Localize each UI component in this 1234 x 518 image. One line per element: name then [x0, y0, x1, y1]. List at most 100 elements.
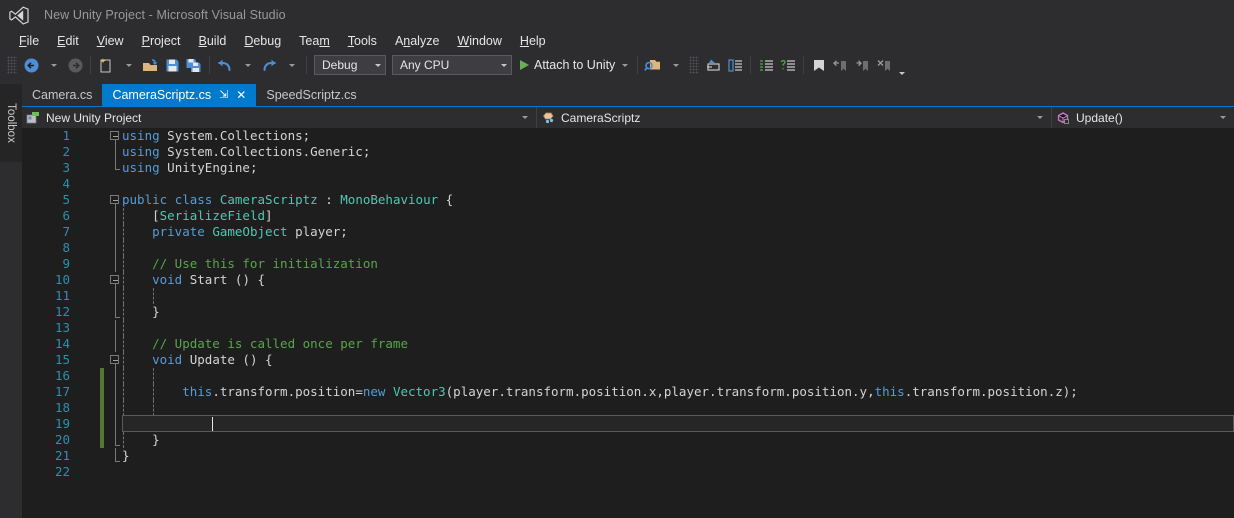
menu-analyze[interactable]: Analyze	[386, 32, 448, 50]
close-icon[interactable]: ✕	[236, 89, 246, 101]
outlining-margin[interactable]	[108, 288, 122, 304]
code-text[interactable]: // Use this for initialization	[122, 256, 378, 272]
outlining-margin[interactable]	[108, 384, 122, 400]
new-item-dropdown[interactable]	[117, 54, 139, 76]
solution-platform-combo[interactable]: Any CPU	[392, 55, 512, 75]
outlining-margin[interactable]	[108, 208, 122, 224]
code-line[interactable]: 16	[22, 368, 1234, 384]
code-text[interactable]: using System.Collections.Generic;	[122, 144, 370, 160]
code-text[interactable]: }	[122, 304, 160, 320]
code-line[interactable]: 14 // Update is called once per frame	[22, 336, 1234, 352]
outlining-margin[interactable]	[108, 240, 122, 256]
code-text[interactable]: }	[122, 432, 160, 448]
code-text[interactable]: public class CameraScriptz : MonoBehavio…	[122, 192, 453, 208]
code-line[interactable]: 4	[22, 176, 1234, 192]
collapse-toggle-icon[interactable]	[110, 195, 119, 204]
code-text[interactable]: // Update is called once per frame	[122, 336, 408, 352]
menu-team[interactable]: Team	[290, 32, 339, 50]
tab-speedscriptz-cs[interactable]: SpeedScriptz.cs	[256, 84, 366, 106]
outlining-margin[interactable]	[108, 320, 122, 336]
code-text[interactable]: this.transform.position=new Vector3(play…	[122, 384, 1078, 400]
toolbar-overflow-chevron-icon[interactable]	[896, 54, 906, 76]
code-line[interactable]: 20 }	[22, 432, 1234, 448]
chevron-down-icon[interactable]	[622, 63, 629, 67]
solution-configuration-combo[interactable]: Debug	[314, 55, 386, 75]
outlining-margin[interactable]	[108, 336, 122, 352]
redo-dropdown[interactable]	[280, 54, 302, 76]
outlining-margin[interactable]	[108, 176, 122, 192]
outlining-margin[interactable]	[108, 144, 122, 160]
outlining-margin[interactable]	[108, 400, 122, 416]
menu-project[interactable]: Project	[133, 32, 190, 50]
show-next-statement-icon[interactable]	[724, 54, 746, 76]
find-in-files-dropdown[interactable]	[664, 54, 686, 76]
code-text[interactable]: [SerializeField]	[122, 208, 272, 224]
code-line[interactable]: 19	[22, 415, 1234, 432]
collapse-toggle-icon[interactable]	[110, 131, 119, 140]
code-line[interactable]: 9 // Use this for initialization	[22, 256, 1234, 272]
menu-build[interactable]: Build	[190, 32, 236, 50]
menu-window[interactable]: Window	[448, 32, 510, 50]
navigate-backward-icon[interactable]	[20, 54, 42, 76]
pin-icon[interactable]: ⇲	[219, 89, 228, 101]
navigate-forward-icon[interactable]	[64, 54, 86, 76]
code-line[interactable]: 3 using UnityEngine;	[22, 160, 1234, 176]
tab-camera-cs[interactable]: Camera.cs	[22, 84, 102, 106]
outlining-margin[interactable]	[108, 272, 122, 288]
menu-tools[interactable]: Tools	[339, 32, 386, 50]
toolbox-tab-surface[interactable]: Toolbox	[0, 84, 22, 162]
clear-bookmarks-icon[interactable]	[874, 54, 896, 76]
navbar-class-dropdown[interactable]: CameraScriptz	[537, 107, 1052, 128]
menu-debug[interactable]: Debug	[235, 32, 290, 50]
next-bookmark-icon[interactable]	[852, 54, 874, 76]
toolbar-grip[interactable]	[689, 56, 700, 74]
outlining-margin[interactable]	[108, 256, 122, 272]
tab-camerascriptz-cs[interactable]: CameraScriptz.cs ⇲ ✕	[102, 84, 257, 106]
code-text[interactable]: }	[122, 448, 130, 464]
toggle-bookmark-icon[interactable]	[808, 54, 830, 76]
code-line[interactable]: 5 public class CameraScriptz : MonoBehavi…	[22, 192, 1234, 208]
code-line[interactable]: 13	[22, 320, 1234, 336]
save-all-icon[interactable]	[183, 54, 205, 76]
new-item-icon[interactable]	[95, 54, 117, 76]
outlining-margin[interactable]	[108, 448, 122, 464]
save-icon[interactable]	[161, 54, 183, 76]
code-line[interactable]: 11	[22, 288, 1234, 304]
code-text[interactable]: using System.Collections;	[122, 128, 310, 144]
navbar-project-dropdown[interactable]: New Unity Project	[22, 107, 537, 128]
outlining-margin[interactable]	[108, 304, 122, 320]
code-line[interactable]: 10 void Start () {	[22, 272, 1234, 288]
code-text[interactable]: private GameObject player;	[122, 224, 348, 240]
redo-icon[interactable]	[258, 54, 280, 76]
open-file-icon[interactable]	[139, 54, 161, 76]
outlining-margin[interactable]	[108, 432, 122, 448]
code-line[interactable]: 8	[22, 240, 1234, 256]
undo-dropdown[interactable]	[236, 54, 258, 76]
code-line[interactable]: 1 using System.Collections;	[22, 128, 1234, 144]
code-line[interactable]: 18	[22, 400, 1234, 416]
outlining-margin[interactable]	[108, 224, 122, 240]
uncomment-selection-icon[interactable]	[777, 54, 799, 76]
menu-file[interactable]: File	[10, 32, 48, 50]
code-line[interactable]: 22	[22, 464, 1234, 480]
outlining-margin[interactable]	[108, 128, 122, 144]
collapse-toggle-icon[interactable]	[110, 275, 119, 284]
code-line[interactable]: 6 [SerializeField]	[22, 208, 1234, 224]
outlining-margin[interactable]	[108, 160, 122, 176]
outlining-margin[interactable]	[108, 368, 122, 384]
undo-icon[interactable]	[214, 54, 236, 76]
outlining-margin[interactable]	[108, 416, 122, 432]
code-line[interactable]: 21}	[22, 448, 1234, 464]
code-text[interactable]: void Update () {	[122, 352, 272, 368]
outlining-margin[interactable]	[108, 464, 122, 480]
code-line[interactable]: 15 void Update () {	[22, 352, 1234, 368]
code-line[interactable]: 17 this.transform.position=new Vector3(p…	[22, 384, 1234, 400]
code-line[interactable]: 7 private GameObject player;	[22, 224, 1234, 240]
code-line[interactable]: 2 using System.Collections.Generic;	[22, 144, 1234, 160]
comment-selection-icon[interactable]	[755, 54, 777, 76]
menu-help[interactable]: Help	[511, 32, 555, 50]
code-text[interactable]: using UnityEngine;	[122, 160, 257, 176]
find-in-files-icon[interactable]	[642, 54, 664, 76]
menu-edit[interactable]: Edit	[48, 32, 88, 50]
outlining-margin[interactable]	[108, 352, 122, 368]
